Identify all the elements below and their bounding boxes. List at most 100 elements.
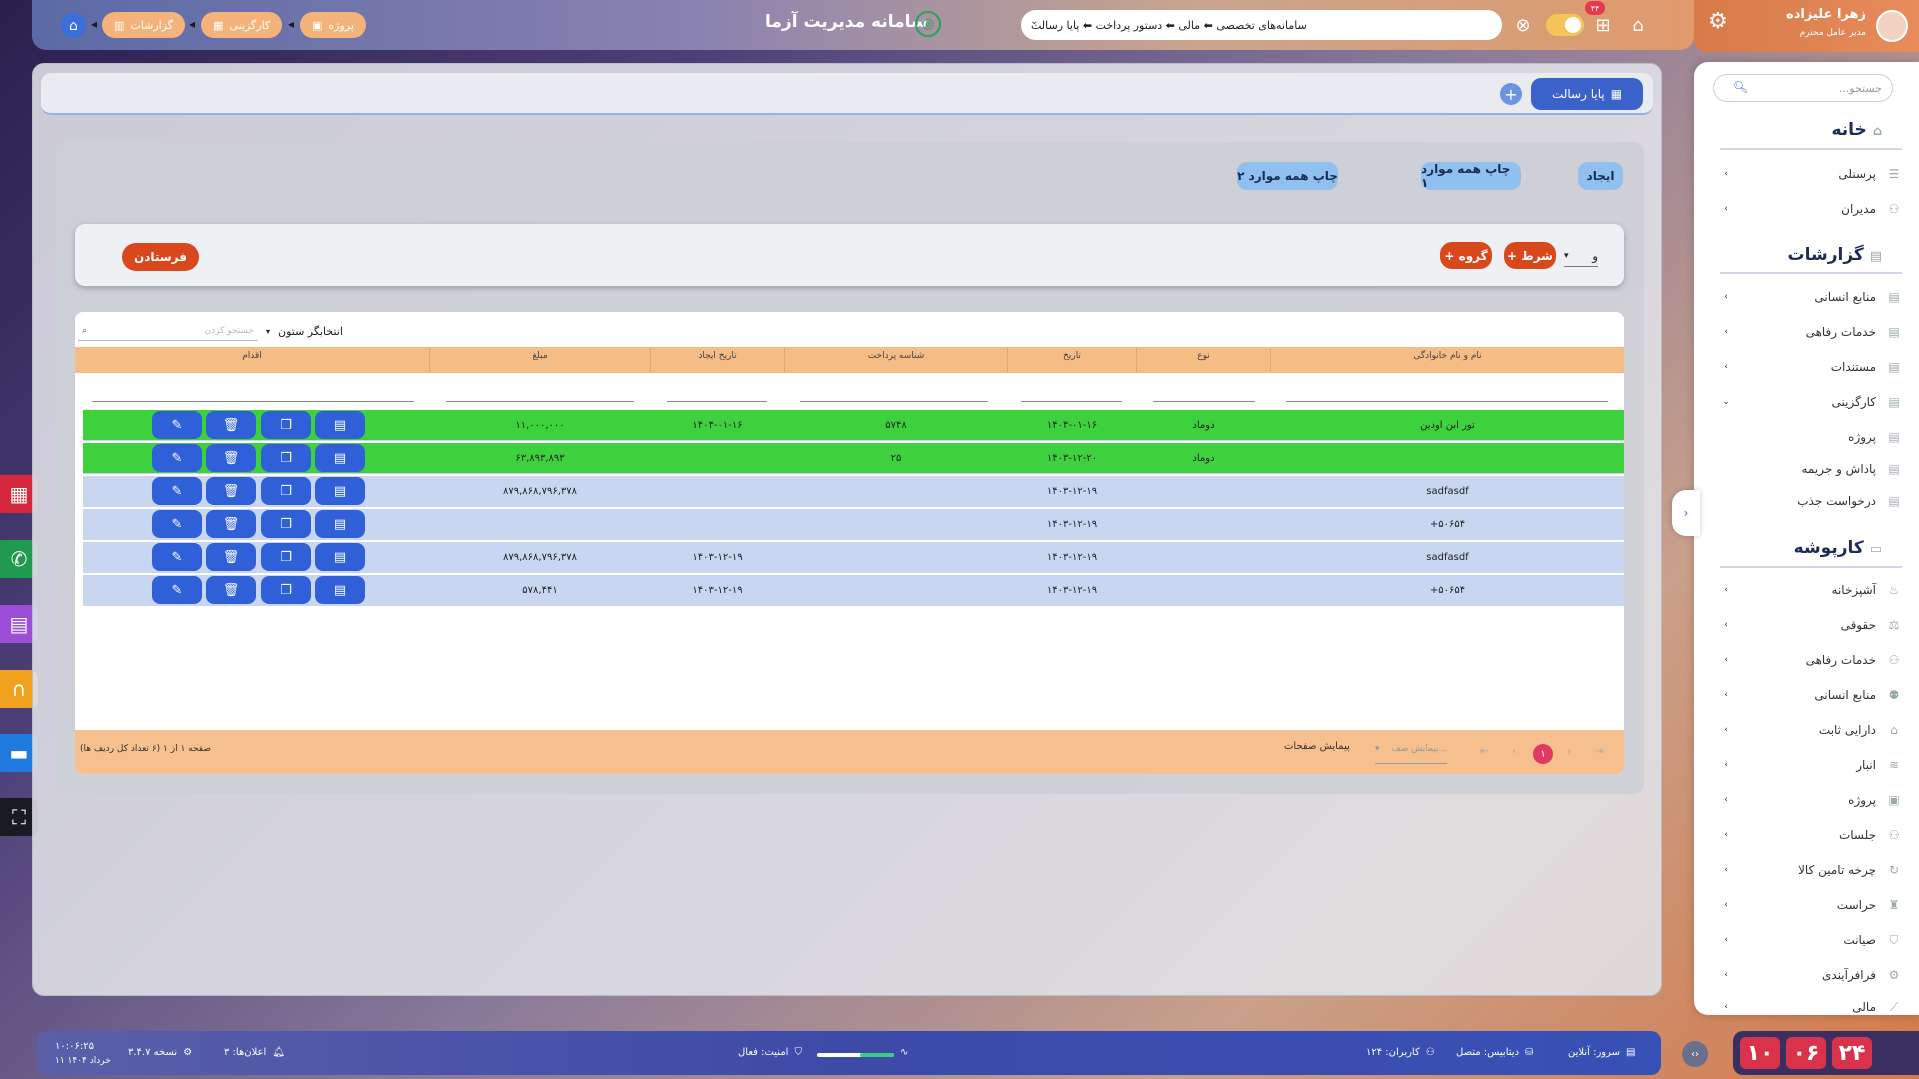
sidebar-item-personnel[interactable]: ‹ پرسنلی ☰ [1720,163,1902,185]
sidebar-item-hr[interactable]: ‹ منابع انسانی ▤ [1720,286,1902,308]
filter-cell-date[interactable] [1021,401,1122,402]
document-button[interactable]: ▤ [315,477,365,505]
sidebar-section-reports[interactable]: گزارشات ▤ [1720,245,1882,265]
avatar[interactable] [1876,10,1908,42]
document-button[interactable]: ▤ [315,576,365,604]
sidebar-item-welfare-services[interactable]: ‹ خدمات رفاهی ⚇ [1720,649,1902,671]
edit-button[interactable]: ✎ [152,543,202,571]
delete-button[interactable]: 🗑︎ [206,543,256,571]
sidebar-collapse-button[interactable]: › [1672,490,1700,536]
send-button[interactable]: فرستادن [122,243,199,271]
sidebar-item-finance[interactable]: ‹ مالی ⟋ [1720,999,1902,1015]
sidebar-item-projects[interactable]: ‹ پروژه ▣ [1720,789,1902,811]
column-header-type[interactable]: نوع [1137,351,1270,361]
sidebar-item-meetings[interactable]: ‹ جلسات ⚇ [1720,824,1902,846]
sidebar-item-warehouse[interactable]: ‹ انبار ≋ [1720,754,1902,776]
sidebar-item-human-resources[interactable]: ‹ منابع انسانی ⚉ [1720,684,1902,706]
edit-button[interactable]: ✎ [152,510,202,538]
page-size-select[interactable]: ▾ پیمایش صف... [1375,744,1447,764]
table-row[interactable]: +۵۰۶۵۴ ۱۴۰۳-۱۲-۱۹ ✎ 🗑︎ ❐ ▤ [83,509,1624,540]
prev-page-icon[interactable]: ‹ [1512,746,1516,757]
copy-button[interactable]: ❐ [261,543,311,571]
delete-button[interactable]: 🗑︎ [206,444,256,472]
column-chooser[interactable]: انتخابگر ستون [278,325,343,338]
sidebar-item-legal[interactable]: ‹ حقوقی ⚖ [1720,614,1902,636]
apps-grid-icon[interactable]: ⊞ [1590,12,1616,38]
create-button[interactable]: ایجاد [1578,162,1623,190]
next-page-icon[interactable]: › [1567,746,1571,757]
table-row[interactable]: sadfasdf ۱۴۰۳-۱۲-۱۹ ۱۴۰۳-۱۲-۱۹ ۸۷۹,۸۶۸,۷۹۶,… [83,542,1624,573]
logic-operator-select[interactable]: ▾ و [1564,245,1598,267]
print-all-1-button[interactable]: چاپ همه موارد ۱ [1421,162,1521,190]
filter-cell-name[interactable] [1286,401,1608,402]
copy-button[interactable]: ❐ [261,477,311,505]
breadcrumb-home-icon[interactable]: ⌂ [61,13,86,38]
copy-button[interactable]: ❐ [261,576,311,604]
delete-button[interactable]: 🗑︎ [206,576,256,604]
breadcrumb-project[interactable]: ▣ پروژه [300,12,366,38]
column-header-name[interactable]: نام و نام خانوادگی [1271,351,1624,361]
sidebar-item-staffing[interactable]: ⌄ کارگزینی ▤ [1720,391,1902,413]
table-row[interactable]: دوماد ۱۴۰۳-۱۲-۲۰ ۲۵ ۶۳,۸۹۳,۸۹۳ ✎ 🗑︎ ❐ ▤ [83,443,1624,474]
sidebar-item-documents[interactable]: ‹ مستندات ▤ [1720,356,1902,378]
sidebar-section-workfolder[interactable]: کارپوشه ▭ [1720,538,1882,558]
home-icon[interactable]: ⌂ [1625,12,1651,38]
chevron-down-icon[interactable]: ⌄ [1030,16,1038,27]
sidebar-item-kitchen[interactable]: ‹ آشپزخانه ♨ [1720,579,1902,601]
notifications-status[interactable]: اعلان‌ها: ۳ 🔔︎ [224,1047,285,1058]
add-group-button[interactable]: + گروه [1440,242,1492,269]
add-tab-button[interactable]: + [1500,83,1522,105]
add-condition-button[interactable]: + شرط [1504,242,1556,269]
sidebar-section-home[interactable]: خانه ⌂ [1720,120,1882,140]
edit-button[interactable]: ✎ [152,444,202,472]
document-button[interactable]: ▤ [315,444,365,472]
sidebar-item-welfare[interactable]: ‹ خدمات رفاهی ▤ [1720,321,1902,343]
tab-paya-resalat[interactable]: پایا رسالت ▦ [1531,78,1643,110]
code-toggle-button[interactable]: ‹› [1682,1041,1708,1067]
sidebar-item-fixed-assets[interactable]: ‹ دارایی ثابت ⌂ [1720,719,1902,741]
copy-button[interactable]: ❐ [261,411,311,439]
sidebar-item-managers[interactable]: ‹ مدیران ⚇ [1720,198,1902,220]
page-number-button[interactable]: ۱ [1533,744,1553,764]
edit-button[interactable]: ✎ [152,477,202,505]
edit-button[interactable]: ✎ [152,411,202,439]
first-page-icon[interactable]: ⇤ [1480,746,1488,757]
table-row[interactable]: sadfasdf ۱۴۰۳-۱۲-۱۹ ۸۷۹,۸۶۸,۷۹۶,۳۷۸ ✎ 🗑︎ ❐ ▤ [83,476,1624,507]
sidebar-item-metaprocess[interactable]: ‹ فرافرآیندی ⚙ [1720,964,1902,986]
table-row[interactable]: +۵۰۶۵۴ ۱۴۰۳-۱۲-۱۹ ۱۴۰۳-۱۲-۱۹ ۵۷۸,۴۴۱ ✎ 🗑︎ ❐ ▤ [83,575,1624,606]
edit-button[interactable]: ✎ [152,576,202,604]
breadcrumb-reports[interactable]: ▥ گزارشات [102,12,186,38]
sidebar-item-supply-chain[interactable]: ‹ چرخه تامین کالا ↻ [1720,859,1902,881]
column-header-payment-id[interactable]: شناسه پرداخت [785,351,1007,361]
filter-cell-type[interactable] [1153,401,1255,402]
cell-amount: ۵۷۸,۴۴۱ [522,585,558,596]
gear-icon[interactable]: ⚙ [1708,9,1728,34]
sidebar-item-security[interactable]: ‹ حراست ♜ [1720,894,1902,916]
print-all-2-button[interactable]: چاپ همه موارد ۲ [1237,162,1338,190]
sidebar-subitem-recruitment[interactable]: درخواست جذب ▤ [1720,490,1902,512]
filter-cell-created[interactable] [667,401,767,402]
sidebar-subitem-project[interactable]: پروژه ▤ [1720,426,1902,448]
document-button[interactable]: ▤ [315,411,365,439]
breadcrumb-hr[interactable]: ▦ کارگزینی [201,12,283,38]
navigation-path-select[interactable]: سامانه‌های تخصصی ⬅ مالی ⬅ دستور پرداخت ⬅… [1021,10,1502,40]
theme-toggle[interactable] [1546,14,1584,36]
column-header-created[interactable]: تاریخ ایجاد [651,351,784,361]
delete-button[interactable]: 🗑︎ [206,477,256,505]
document-button[interactable]: ▤ [315,543,365,571]
copy-button[interactable]: ❐ [261,510,311,538]
sidebar-subitem-reward[interactable]: پاداش و جریمه ▤ [1720,458,1902,480]
sidebar-item-protection[interactable]: ‹ صیانت ⛉ [1720,929,1902,951]
document-button[interactable]: ▤ [315,510,365,538]
column-header-date[interactable]: تاریخ [1008,351,1136,361]
delete-button[interactable]: 🗑︎ [206,510,256,538]
filter-cell-payment-id[interactable] [800,401,988,402]
last-page-icon[interactable]: ⇥ [1595,746,1603,757]
copy-button[interactable]: ❐ [261,444,311,472]
column-header-amount[interactable]: مبلغ [430,351,650,361]
close-circle-icon[interactable]: ⊗ [1510,12,1536,38]
filter-cell-amount[interactable] [446,401,634,402]
table-row[interactable]: تور ابن اودین دوماد ۱۴۰۴-۰۱-۱۶ ۵۷۴۸ ۱۴۰۴-۰۱-… [83,410,1624,441]
grid-search-input[interactable]: ⌕ جستجو کردن [78,321,258,341]
delete-button[interactable]: 🗑︎ [206,411,256,439]
